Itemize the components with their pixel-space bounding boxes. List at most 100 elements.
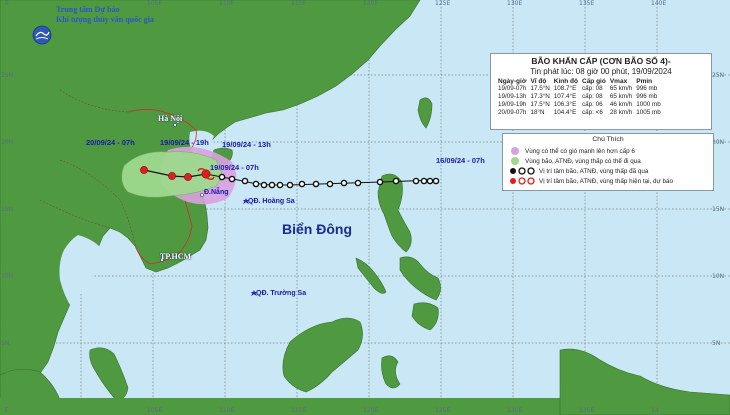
green-zone-icon xyxy=(511,157,519,165)
col-header: Vmax xyxy=(609,78,628,85)
axis-top-lon: E xyxy=(5,0,9,7)
axis-top-lon: 140E xyxy=(651,0,667,7)
philippines xyxy=(355,173,441,331)
borneo xyxy=(282,317,363,393)
table-row: 19/09-13h 17.3°N 107.4°E cấp: 08 65 km/h… xyxy=(496,93,663,101)
table-cell: 1000 mb xyxy=(636,101,661,108)
table-cell: cấp: 08 xyxy=(582,93,603,100)
legend-label: Vị trí tâm bão, ATNĐ, vùng thấp đã qua xyxy=(539,167,649,175)
table-cell: 108.7°E xyxy=(553,85,577,92)
track-label-19-07: 19/09/24 - 07h xyxy=(210,163,259,172)
agency-header: Trung tâm Dự báo Khí tượng thủy văn quốc… xyxy=(30,5,154,25)
table-cell: 106.3°E xyxy=(553,101,577,108)
table-cell: 19/09-07h xyxy=(498,85,527,92)
axis-top-lon: 125E xyxy=(435,0,451,7)
past-position-marker xyxy=(276,181,284,189)
col-header: Pmin xyxy=(636,78,653,85)
table-cell: cấp: 06 xyxy=(582,101,603,108)
axis-left-lat: 10N xyxy=(1,273,14,280)
axis-bottom-lon: 14 xyxy=(651,407,659,414)
axis-left-lat: 15N xyxy=(1,206,14,213)
table-cell: 20/09-07h xyxy=(498,109,527,116)
table-cell: 28 km/h xyxy=(609,109,633,116)
past-position-marker xyxy=(420,177,428,185)
axis-right-lat: 15N xyxy=(712,206,725,213)
axis-left-lat: 5N xyxy=(1,340,10,347)
forecast-storm-symbols-icon xyxy=(510,177,535,185)
axis-bottom-lon: 105E xyxy=(147,407,163,414)
legend-item-cone: Vùng bão, ATNĐ, vùng thấp có thể đi qua xyxy=(509,156,641,166)
table-cell: cấp: 08 xyxy=(582,85,603,92)
axis-top-lon: 120E xyxy=(363,0,379,7)
past-position-marker xyxy=(432,177,440,185)
legend-item-past: Vị trí tâm bão, ATNĐ, vùng thấp đã qua xyxy=(509,166,648,176)
table-cell: 46 km/h xyxy=(609,101,633,108)
purple-zone-icon xyxy=(511,147,519,155)
legend-item-strong-wind: Vùng có thể có gió mạnh lên hơn cấp 6 xyxy=(509,146,635,156)
table-cell: 17.5°N xyxy=(530,85,550,92)
forecast-center-marker xyxy=(140,166,148,174)
past-position-marker xyxy=(354,179,362,187)
past-position-marker xyxy=(426,177,434,185)
legend-label: Vùng bão, ATNĐ, vùng thấp có thể đi qua xyxy=(525,157,641,165)
table-cell: 19/09-13h xyxy=(498,93,527,100)
past-position-marker xyxy=(241,177,249,185)
table-cell: 1005 mb xyxy=(636,109,661,116)
axis-bottom-lon: 110E xyxy=(219,407,235,414)
legend-label: Vị trí tâm bão, ATNĐ, vùng thấp hiện tại… xyxy=(539,177,673,185)
col-header: Cấp gió xyxy=(582,78,606,85)
place-hanoi: Hà Nội xyxy=(158,114,183,123)
past-position-marker xyxy=(326,180,334,188)
axis-top-lon: 130E xyxy=(507,0,523,7)
table-cell: 18°N xyxy=(530,109,545,116)
taiwan-island xyxy=(417,97,433,129)
agency-logo xyxy=(32,25,52,45)
legend-item-forecast: Vị trí tâm bão, ATNĐ, vùng thấp hiện tại… xyxy=(509,176,673,186)
track-label-20-07: 20/09/24 - 07h xyxy=(86,138,135,147)
col-header: Vĩ độ xyxy=(530,78,547,85)
storm-info-panel: BÃO KHẨN CẤP (CƠN BÃO SỐ 4)- Tin phát lú… xyxy=(490,53,712,130)
bulletin-issued: Tin phát lúc: 08 giờ 00 phút, 19/09/2024 xyxy=(530,67,672,76)
axis-bottom-lon: 125E xyxy=(435,407,451,414)
past-position-marker xyxy=(312,180,320,188)
past-position-marker xyxy=(298,180,306,188)
past-position-marker xyxy=(268,181,276,189)
storm-map: E 105E 110E 115E 120E 125E 130E 135E 140… xyxy=(0,0,730,415)
past-position-marker xyxy=(376,178,384,186)
track-label-19-19: 19/09/24 - 19h xyxy=(160,138,209,147)
eastern-islands xyxy=(559,348,730,415)
axis-bottom-lon: 115E xyxy=(291,407,307,414)
hanoi-marker xyxy=(173,123,177,127)
agency-name-line2: Khí tượng thủy văn quốc gia xyxy=(56,15,154,24)
legend-title: Chú Thích xyxy=(592,136,624,143)
axis-right-lat: 5N xyxy=(712,340,721,347)
table-row: 19/09-07h 17.5°N 108.7°E cấp: 08 65 km/h… xyxy=(496,85,663,93)
past-position-marker xyxy=(260,181,268,189)
past-position-marker xyxy=(392,177,400,185)
sulawesi xyxy=(381,355,401,389)
axis-left-lat: 20N xyxy=(1,139,14,146)
forecast-center-marker xyxy=(168,172,176,180)
axis-right-lat: 25N xyxy=(712,72,725,79)
table-cell: 107.4°E xyxy=(553,93,577,100)
bulletin-title: BÃO KHẨN CẤP (CƠN BÃO SỐ 4)- xyxy=(531,56,671,66)
table-cell: 996 mb xyxy=(636,93,658,100)
past-position-marker xyxy=(412,177,420,185)
axis-bottom-lon: 130E xyxy=(507,407,523,414)
axis-left-lat: 25N xyxy=(1,72,14,79)
col-header: Ngày-giờ xyxy=(498,78,527,85)
table-cell: 65 km/h xyxy=(609,93,633,100)
table-row: 20/09-07h 18°N 104.4°E cấp: <6 28 km/h 1… xyxy=(496,109,663,117)
place-danang: Đ.Nẵng xyxy=(204,189,229,196)
agency-name-line1: Trung tâm Dự báo xyxy=(56,5,120,14)
past-position-marker xyxy=(286,181,294,189)
forecast-table: Ngày-giờ Vĩ độ Kinh độ Cấp gió Vmax Pmin… xyxy=(496,78,663,117)
table-cell: 996 mb xyxy=(636,85,658,92)
table-row: 19/09-19h 17.5°N 106.3°E cấp: 06 46 km/h… xyxy=(496,101,663,109)
axis-bottom-lon: E xyxy=(5,407,9,414)
table-cell: 17.3°N xyxy=(530,93,550,100)
axis-top-lon: 115E xyxy=(291,0,307,7)
past-position-marker xyxy=(228,175,236,183)
table-cell: 19/09-19h xyxy=(498,101,527,108)
legend-label: Vùng có thể có gió mạnh lên hơn cấp 6 xyxy=(525,147,635,155)
